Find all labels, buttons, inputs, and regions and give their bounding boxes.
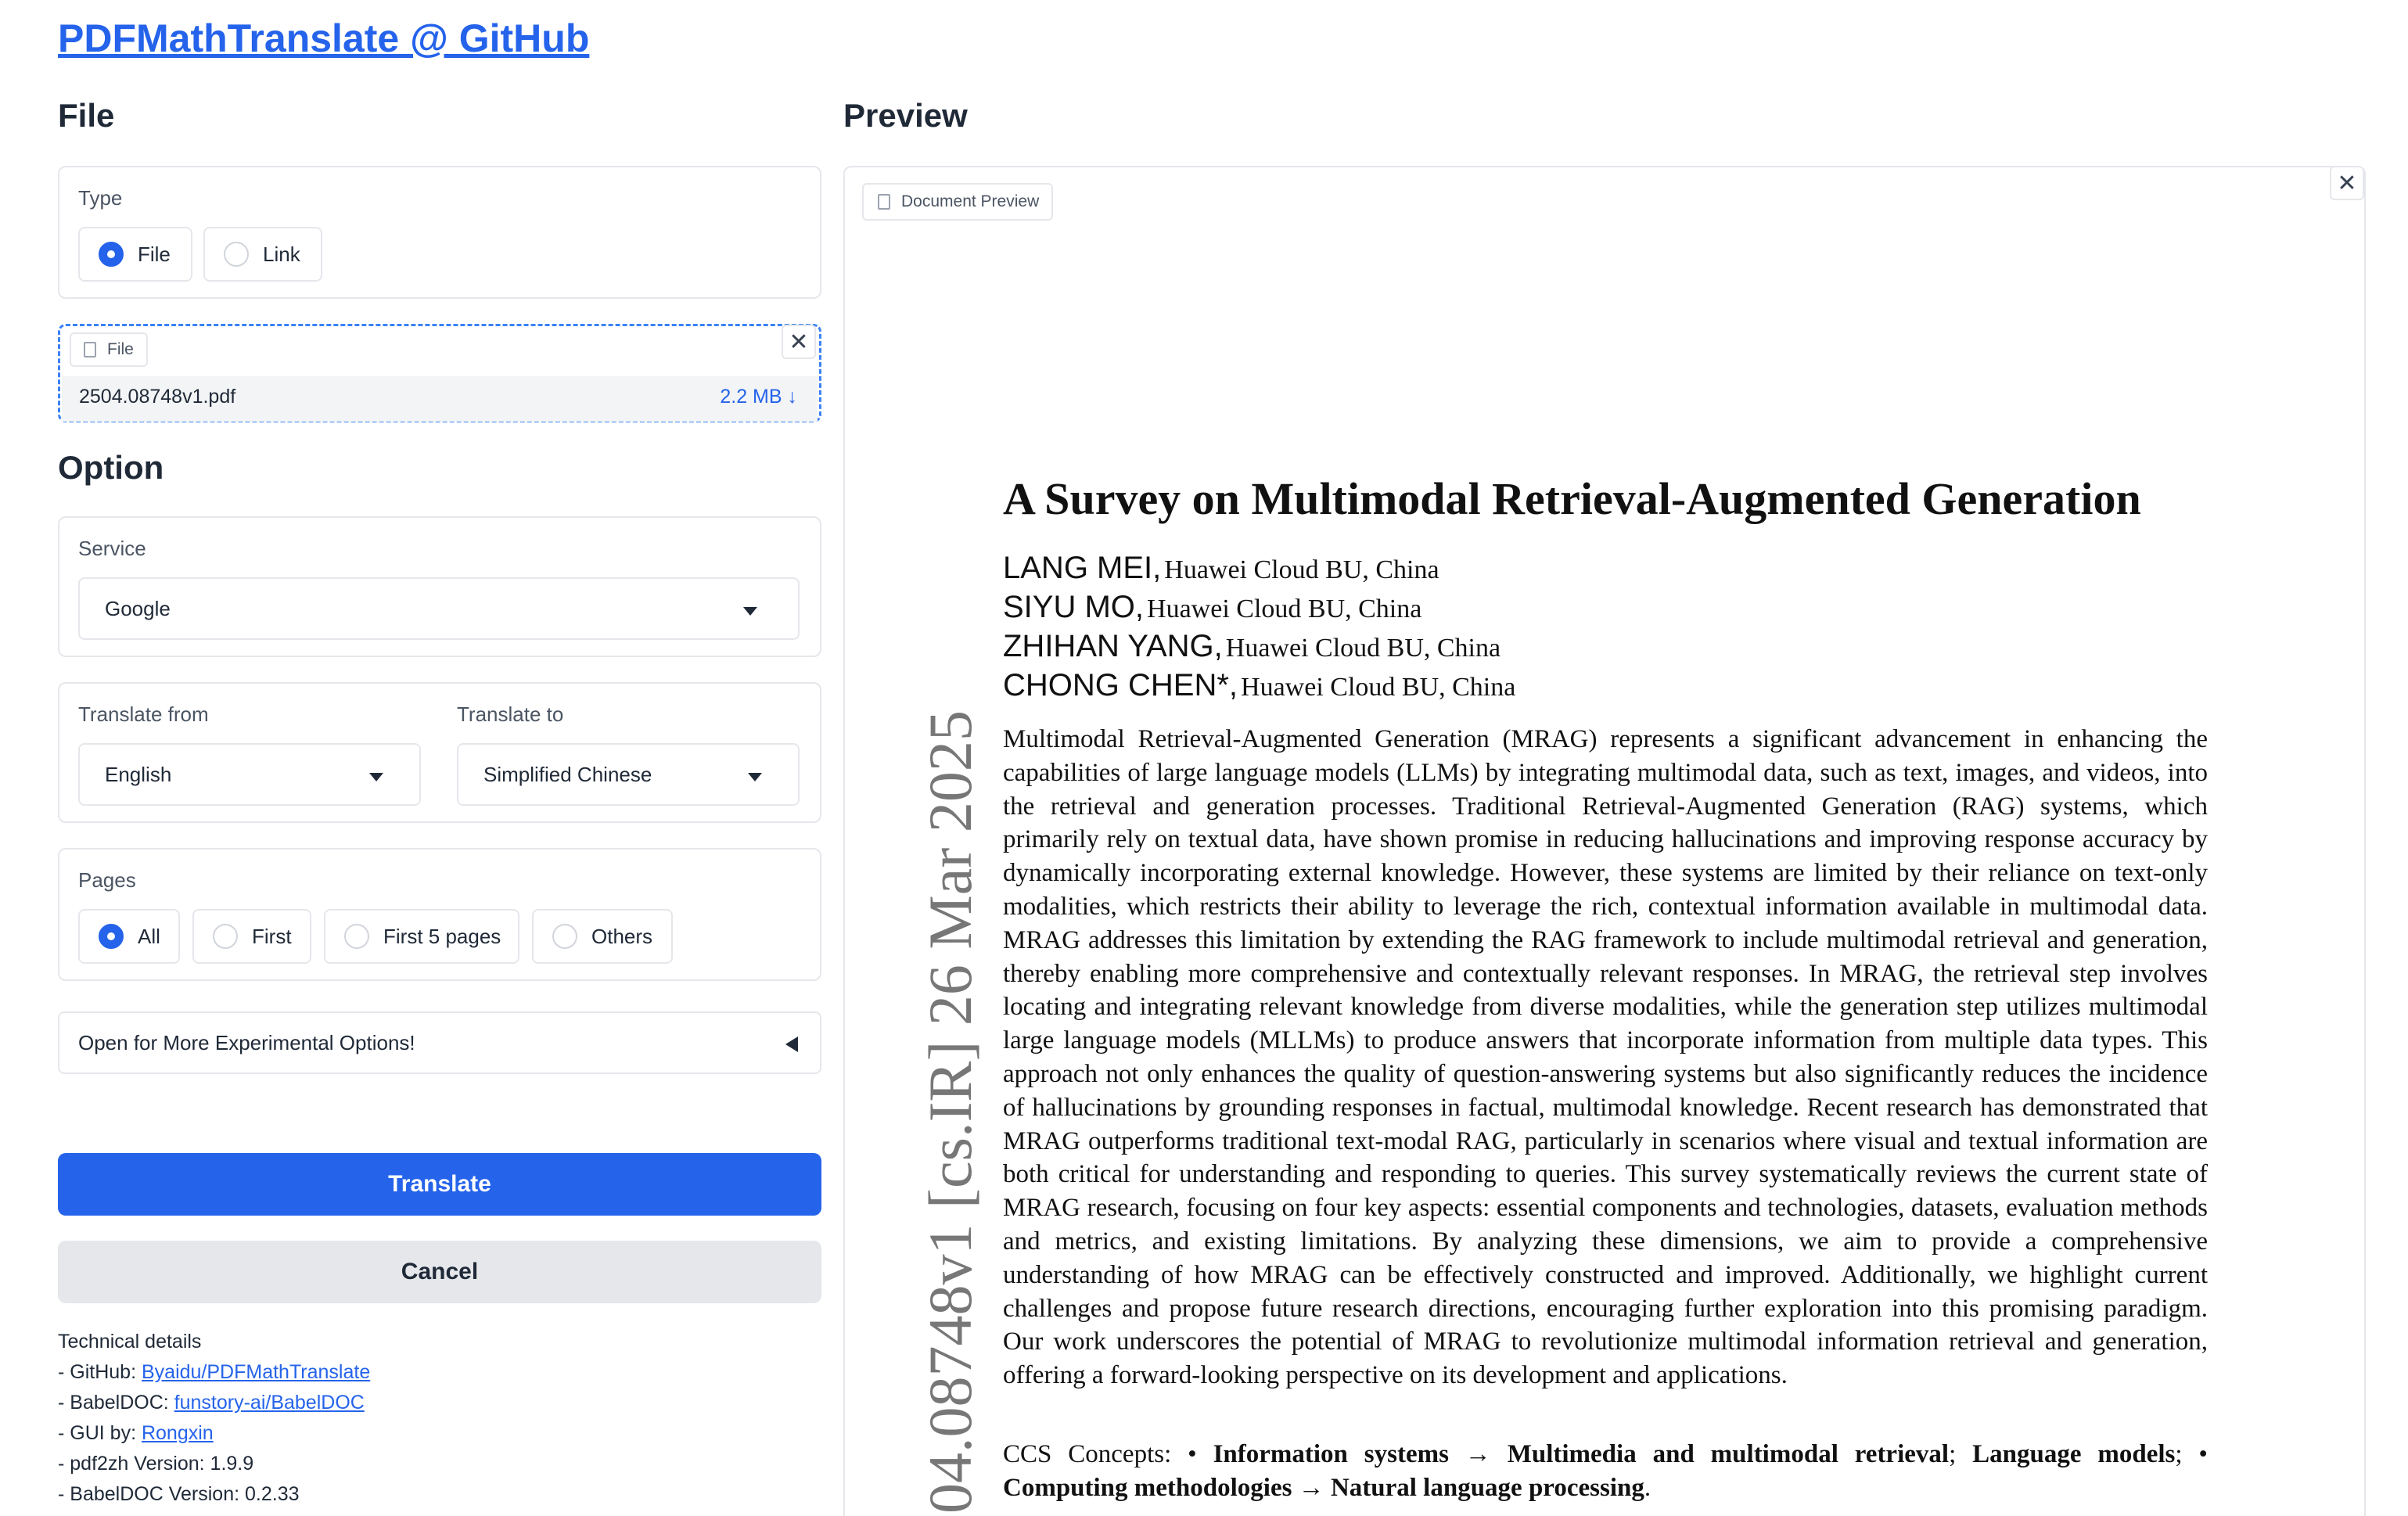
pages-option-others-label: Others <box>591 924 653 948</box>
type-option-link-label: Link <box>263 242 300 266</box>
pages-option-first-5-label: First 5 pages <box>383 924 501 948</box>
document-icon <box>84 342 96 357</box>
pages-option-all[interactable]: All <box>78 909 180 964</box>
translate-button[interactable]: Translate <box>58 1153 821 1216</box>
type-label: Type <box>78 186 123 210</box>
file-tag-label: File <box>107 340 134 358</box>
tech-github-prefix: - GitHub: <box>58 1361 142 1383</box>
document-icon <box>878 194 890 210</box>
experimental-options-accordion[interactable]: Open for More Experimental Options! <box>58 1011 821 1074</box>
author-name: SIYU MO, <box>1003 590 1145 624</box>
service-value: Google <box>105 596 171 620</box>
radio-unchecked-icon <box>224 242 249 267</box>
service-select[interactable]: Google <box>78 577 800 640</box>
dropdown-caret-icon <box>748 773 762 781</box>
paper-authors: LANG MEI, Huawei Cloud BU, China SIYU MO… <box>1003 551 1515 707</box>
author-affiliation: Huawei Cloud BU, China <box>1147 595 1422 623</box>
translate-to-value: Simplified Chinese <box>483 762 652 786</box>
tech-babeldoc-line: - BabelDOC: funstory-ai/BabelDOC <box>58 1388 370 1418</box>
close-icon: ✕ <box>2337 170 2357 196</box>
dropdown-caret-icon <box>743 607 757 616</box>
close-icon: ✕ <box>789 329 809 355</box>
author-name: ZHIHAN YANG, <box>1003 629 1223 663</box>
type-option-link[interactable]: Link <box>203 227 322 282</box>
author-line: CHONG CHEN*, Huawei Cloud BU, China <box>1003 668 1515 707</box>
radio-unchecked-icon <box>213 924 238 949</box>
document-preview-panel: Document Preview ✕ 504.08748v1 [cs.IR] 2… <box>843 166 2366 1516</box>
ccs-concept-3: Computing methodologies → Natural langua… <box>1003 1474 1644 1502</box>
author-affiliation: Huawei Cloud BU, China <box>1241 673 1516 702</box>
translate-from-value: English <box>105 762 172 786</box>
pages-option-first-5[interactable]: First 5 pages <box>324 909 519 964</box>
gui-author-link[interactable]: Rongxin <box>142 1422 214 1444</box>
tech-github-line: - GitHub: Byaidu/PDFMathTranslate <box>58 1357 370 1388</box>
ccs-concept-1: Information systems → Multimedia and mul… <box>1213 1440 1950 1468</box>
radio-unchecked-icon <box>344 924 369 949</box>
close-preview-button[interactable]: ✕ <box>2330 167 2364 200</box>
pages-label: Pages <box>78 868 136 892</box>
paper-title: A Survey on Multimodal Retrieval-Augment… <box>1003 473 2141 524</box>
file-tag: File <box>70 332 148 367</box>
author-name: CHONG CHEN*, <box>1003 668 1238 702</box>
ccs-prefix: CCS Concepts: • <box>1003 1440 1213 1468</box>
pages-option-all-label: All <box>138 924 160 948</box>
arxiv-identifier: 504.08748v1 [cs.IR] 26 Mar 2025 <box>916 710 984 1516</box>
file-name: 2504.08748v1.pdf <box>79 386 236 408</box>
author-affiliation: Huawei Cloud BU, China <box>1164 555 1439 584</box>
author-name: LANG MEI, <box>1003 551 1162 585</box>
ccs-sep: ; <box>1949 1440 1973 1468</box>
translate-from-select[interactable]: English <box>78 743 421 806</box>
preview-tag: Document Preview <box>862 183 1054 221</box>
pages-option-others[interactable]: Others <box>532 909 673 964</box>
clear-file-button[interactable]: ✕ <box>782 325 816 359</box>
dropdown-caret-icon <box>369 773 383 781</box>
uploaded-file-row: 2504.08748v1.pdf 2.2 MB ↓ <box>62 376 818 422</box>
ccs-concept-2: Language models <box>1972 1440 2176 1468</box>
preview-tag-label: Document Preview <box>901 192 1040 210</box>
technical-details: Technical details - GitHub: Byaidu/PDFMa… <box>58 1327 370 1510</box>
service-block: Service Google <box>58 516 821 657</box>
option-section-title: Option <box>58 449 164 486</box>
type-option-file-label: File <box>138 242 171 266</box>
language-block: Translate from English Translate to Simp… <box>58 682 821 823</box>
pdf2zh-version: - pdf2zh Version: 1.9.9 <box>58 1453 254 1475</box>
file-section-title: File <box>58 97 115 134</box>
translate-from-label: Translate from <box>78 702 209 726</box>
translate-to-select[interactable]: Simplified Chinese <box>457 743 800 806</box>
service-label: Service <box>78 537 146 560</box>
pages-option-first[interactable]: First <box>192 909 311 964</box>
tech-heading: Technical details <box>58 1331 202 1353</box>
accordion-label: Open for More Experimental Options! <box>78 1030 415 1054</box>
babeldoc-version: - BabelDOC Version: 0.2.33 <box>58 1483 300 1505</box>
ccs-sep: ; • <box>2175 1440 2208 1468</box>
type-block: Type File Link <box>58 166 821 299</box>
ccs-end: . <box>1644 1474 1651 1502</box>
author-line: ZHIHAN YANG, Huawei Cloud BU, China <box>1003 629 1515 668</box>
file-download-link[interactable]: 2.2 MB ↓ <box>720 386 797 408</box>
tech-gui-line: - GUI by: Rongxin <box>58 1418 370 1449</box>
radio-unchecked-icon <box>552 924 577 949</box>
file-upload-area[interactable]: File ✕ 2504.08748v1.pdf 2.2 MB ↓ <box>58 324 821 422</box>
github-header-link[interactable]: PDFMathTranslate @ GitHub <box>58 16 589 61</box>
author-line: LANG MEI, Huawei Cloud BU, China <box>1003 551 1515 590</box>
cancel-button[interactable]: Cancel <box>58 1241 821 1303</box>
radio-checked-icon <box>99 924 124 949</box>
author-line: SIYU MO, Huawei Cloud BU, China <box>1003 590 1515 629</box>
pages-block: Pages All First First 5 pages Others <box>58 848 821 981</box>
translate-to-label: Translate to <box>457 702 564 726</box>
radio-checked-icon <box>99 242 124 267</box>
tech-gui-prefix: - GUI by: <box>58 1422 142 1444</box>
babeldoc-repo-link[interactable]: funstory-ai/BabelDOC <box>174 1392 365 1414</box>
triangle-left-icon <box>785 1036 798 1052</box>
preview-section-title: Preview <box>843 97 968 134</box>
type-option-file[interactable]: File <box>78 227 192 282</box>
paper-abstract: Multimodal Retrieval-Augmented Generatio… <box>1003 725 2208 1390</box>
author-affiliation: Huawei Cloud BU, China <box>1225 634 1501 663</box>
pages-option-first-label: First <box>252 924 292 948</box>
tech-babeldoc-prefix: - BabelDOC: <box>58 1392 174 1414</box>
github-repo-link[interactable]: Byaidu/PDFMathTranslate <box>142 1361 370 1383</box>
ccs-concepts: CCS Concepts: • Information systems → Mu… <box>1003 1438 2208 1505</box>
